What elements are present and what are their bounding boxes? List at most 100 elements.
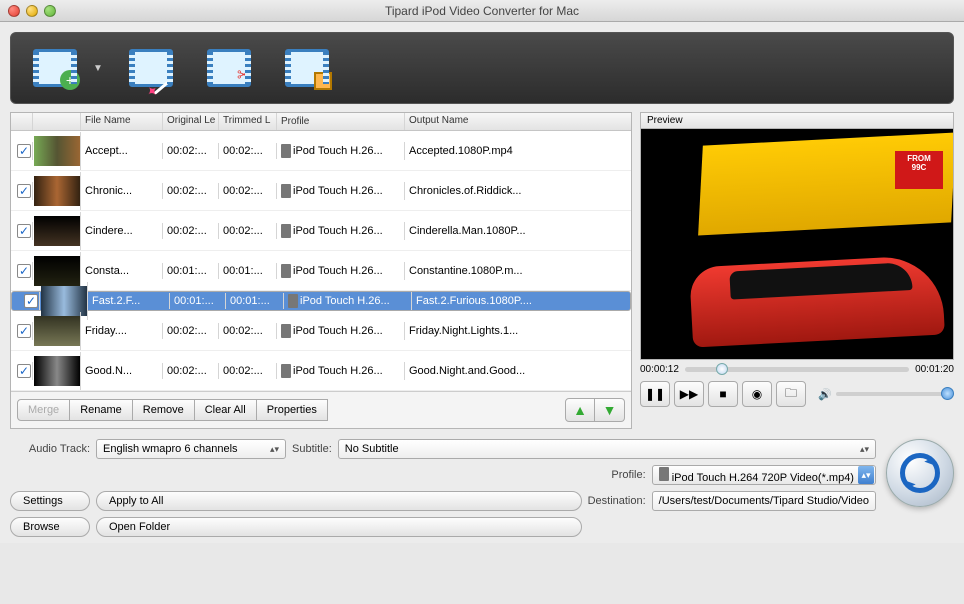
video-thumbnail	[34, 136, 80, 166]
cell-output-name: Friday.Night.Lights.1...	[405, 323, 631, 339]
cell-output-name: Chronicles.of.Riddick...	[405, 183, 631, 199]
clear-all-button[interactable]: Clear All	[195, 399, 257, 421]
cell-trimmed-length: 00:02:...	[219, 183, 277, 199]
snapshot-button[interactable]: ◉	[742, 381, 772, 407]
cell-filename: Chronic...	[81, 183, 163, 199]
file-list-panel: File Name Original Le Trimmed L Profile …	[10, 112, 632, 429]
cell-trimmed-length: 00:02:...	[219, 223, 277, 239]
device-icon	[281, 264, 291, 278]
row-checkbox[interactable]: ✓	[17, 184, 31, 198]
profile-select[interactable]: iPod Touch H.264 720P Video(*.mp4)▴▾	[652, 465, 876, 485]
crop-button[interactable]	[277, 40, 337, 96]
col-original-length[interactable]: Original Le	[163, 113, 219, 130]
col-filename[interactable]: File Name	[81, 113, 163, 130]
add-file-dropdown-icon[interactable]: ▼	[93, 63, 103, 74]
cell-output-name: Accepted.1080P.mp4	[405, 143, 631, 159]
video-thumbnail	[34, 176, 80, 206]
cell-trimmed-length: 00:02:...	[219, 363, 277, 379]
preview-viewport: FROM99C	[640, 128, 954, 360]
seek-slider[interactable]	[685, 367, 909, 372]
audio-track-label: Audio Track:	[10, 443, 90, 455]
cell-filename: Cindere...	[81, 223, 163, 239]
row-checkbox[interactable]: ✓	[17, 324, 31, 338]
cell-profile: iPod Touch H.26...	[277, 362, 405, 380]
device-icon	[281, 224, 291, 238]
row-checkbox[interactable]: ✓	[17, 144, 31, 158]
pause-button[interactable]: ❚❚	[640, 381, 670, 407]
destination-field[interactable]: /Users/test/Documents/Tipard Studio/Vide…	[652, 491, 876, 511]
browse-button[interactable]: Browse	[10, 517, 90, 537]
table-row[interactable]: ✓Good.N...00:02:...00:02:... iPod Touch …	[11, 351, 631, 391]
table-row[interactable]: ✓Chronic...00:02:...00:02:... iPod Touch…	[11, 171, 631, 211]
volume-slider[interactable]	[836, 392, 954, 396]
profile-label: Profile:	[588, 469, 646, 481]
table-row[interactable]: ✓Fast.2.F...00:01:...00:01:... iPod Touc…	[11, 291, 631, 311]
cell-profile: iPod Touch H.26...	[277, 322, 405, 340]
cell-original-length: 00:02:...	[163, 323, 219, 339]
row-checkbox[interactable]: ✓	[24, 294, 38, 308]
open-folder-button[interactable]: Open Folder	[96, 517, 582, 537]
merge-button[interactable]: Merge	[17, 399, 70, 421]
table-row[interactable]: ✓Cindere...00:02:...00:02:... iPod Touch…	[11, 211, 631, 251]
col-profile[interactable]: Profile	[277, 113, 405, 130]
row-checkbox[interactable]: ✓	[17, 264, 31, 278]
row-checkbox[interactable]: ✓	[17, 224, 31, 238]
table-row[interactable]: ✓Accept...00:02:...00:02:... iPod Touch …	[11, 131, 631, 171]
titlebar: Tipard iPod Video Converter for Mac	[0, 0, 964, 22]
cell-trimmed-length: 00:01:...	[219, 263, 277, 279]
cell-profile: iPod Touch H.26...	[277, 182, 405, 200]
video-thumbnail	[34, 316, 80, 346]
remove-button[interactable]: Remove	[133, 399, 195, 421]
audio-track-select[interactable]: English wmapro 6 channels▴▾	[96, 439, 286, 459]
device-icon	[281, 364, 291, 378]
window-title: Tipard iPod Video Converter for Mac	[0, 4, 964, 18]
device-icon	[281, 324, 291, 338]
video-thumbnail	[34, 256, 80, 286]
rename-button[interactable]: Rename	[70, 399, 133, 421]
cell-trimmed-length: 00:02:...	[219, 143, 277, 159]
open-snapshot-folder-button[interactable]: 🗀	[776, 381, 806, 407]
move-down-button[interactable]: ▼	[595, 398, 625, 422]
file-list-header: File Name Original Le Trimmed L Profile …	[11, 113, 631, 131]
cell-original-length: 00:02:...	[163, 223, 219, 239]
cell-original-length: 00:02:...	[163, 363, 219, 379]
destination-label: Destination:	[588, 495, 646, 507]
properties-button[interactable]: Properties	[257, 399, 328, 421]
device-icon	[659, 467, 669, 481]
trim-button[interactable]: ✂	[199, 40, 259, 96]
subtitle-select[interactable]: No Subtitle▴▾	[338, 439, 876, 459]
move-up-button[interactable]: ▲	[565, 398, 595, 422]
col-trimmed-length[interactable]: Trimmed L	[219, 113, 277, 130]
cell-filename: Fast.2.F...	[88, 293, 170, 309]
video-thumbnail	[34, 356, 80, 386]
device-icon	[281, 184, 291, 198]
cell-profile: iPod Touch H.26...	[277, 222, 405, 240]
convert-button[interactable]	[886, 439, 954, 507]
table-row[interactable]: ✓Friday....00:02:...00:02:... iPod Touch…	[11, 311, 631, 351]
cell-original-length: 00:01:...	[170, 293, 226, 309]
cell-profile: iPod Touch H.26...	[277, 262, 405, 280]
cell-filename: Accept...	[81, 143, 163, 159]
row-checkbox[interactable]: ✓	[17, 364, 31, 378]
cell-filename: Friday....	[81, 323, 163, 339]
apply-to-all-button[interactable]: Apply to All	[96, 491, 582, 511]
cell-original-length: 00:02:...	[163, 143, 219, 159]
settings-button[interactable]: Settings	[10, 491, 90, 511]
cell-filename: Consta...	[81, 263, 163, 279]
effect-button[interactable]	[121, 40, 181, 96]
cell-trimmed-length: 00:01:...	[226, 293, 284, 309]
cell-output-name: Constantine.1080P.m...	[405, 263, 631, 279]
cell-filename: Good.N...	[81, 363, 163, 379]
preview-header: Preview	[640, 112, 954, 128]
video-thumbnail	[34, 216, 80, 246]
step-forward-button[interactable]: ▶▶	[674, 381, 704, 407]
device-icon	[281, 144, 291, 158]
volume-icon: 🔊	[818, 388, 832, 401]
table-row[interactable]: ✓Consta...00:01:...00:01:... iPod Touch …	[11, 251, 631, 291]
col-output-name[interactable]: Output Name	[405, 113, 631, 130]
add-file-button[interactable]: +	[25, 40, 85, 96]
cell-output-name: Fast.2.Furious.1080P....	[412, 293, 624, 309]
cell-profile: iPod Touch H.26...	[284, 292, 412, 310]
stop-button[interactable]: ■	[708, 381, 738, 407]
time-current: 00:00:12	[640, 364, 679, 375]
